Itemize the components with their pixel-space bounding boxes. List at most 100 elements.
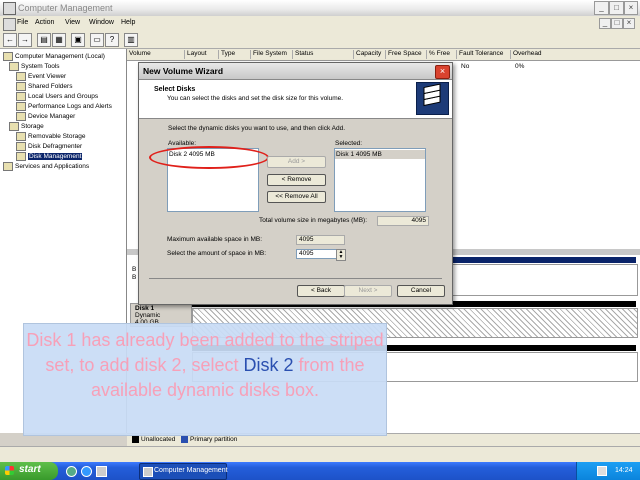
task-computer-management[interactable]: Computer Management — [139, 463, 228, 480]
internet-explorer-icon[interactable] — [81, 466, 92, 477]
legend-unallocated: Unallocated — [141, 436, 176, 443]
col-layout[interactable]: Layout — [185, 50, 219, 59]
disk-management-icon — [16, 152, 26, 161]
view-icon[interactable]: ▥ — [124, 33, 138, 47]
child-minimize-button[interactable]: _ — [599, 18, 611, 29]
back-arrow-icon[interactable]: ← — [3, 33, 17, 47]
help-icon[interactable]: ? — [105, 33, 119, 47]
disk1-name: Disk 1 — [135, 305, 155, 312]
title-bar: Computer Management _ □ × — [0, 0, 640, 17]
tree-item-computer-management[interactable]: Computer Management (Local) — [3, 52, 105, 61]
performance-icon — [16, 102, 26, 111]
storage-icon — [9, 122, 19, 131]
cancel-button[interactable]: Cancel — [397, 285, 445, 297]
next-button[interactable]: Next > — [344, 285, 392, 297]
properties-icon[interactable]: ▭ — [90, 33, 104, 47]
col-overhead[interactable]: Overhead — [511, 50, 633, 59]
up-level-icon[interactable]: ▦ — [52, 33, 66, 47]
tree-item-shared-folders[interactable]: Shared Folders — [16, 82, 72, 91]
col-type[interactable]: Type — [219, 50, 251, 59]
tree-item-performance-logs[interactable]: Performance Logs and Alerts — [16, 102, 112, 111]
remove-button[interactable]: < Remove — [267, 174, 326, 186]
tree-item-event-viewer[interactable]: Event Viewer — [16, 72, 66, 81]
status-bar — [0, 446, 640, 463]
tray-icon[interactable] — [597, 466, 607, 476]
disk0-label-b2: B — [132, 274, 137, 281]
col-file-system[interactable]: File System — [251, 50, 293, 59]
computer-management-icon — [3, 2, 16, 15]
windows-flag-icon — [5, 466, 14, 475]
wizard-header: Select Disks You can select the disks an… — [139, 80, 452, 119]
col-status[interactable]: Status — [293, 50, 354, 59]
export-icon[interactable]: ▣ — [71, 33, 85, 47]
tree-item-removable-storage[interactable]: Removable Storage — [16, 132, 85, 141]
wizard-close-button[interactable]: × — [435, 65, 450, 79]
col-percent-free[interactable]: % Free — [427, 50, 457, 59]
col-volume[interactable]: Volume — [127, 50, 185, 59]
task-app-icon — [143, 467, 153, 477]
tree-item-disk-defragmenter[interactable]: Disk Defragmenter — [16, 142, 82, 151]
menu-file[interactable]: File — [17, 19, 28, 26]
disk-stack-icon — [416, 82, 449, 115]
tree-item-device-manager[interactable]: Device Manager — [16, 112, 75, 121]
child-close-button[interactable]: × — [623, 18, 635, 29]
new-volume-wizard-dialog: New Volume Wizard × Select Disks You can… — [138, 62, 453, 305]
col-fault-tolerance[interactable]: Fault Tolerance — [457, 50, 511, 59]
unallocated-swatch — [132, 436, 139, 443]
cell-overhead: 0% — [515, 63, 525, 70]
col-free-space[interactable]: Free Space — [386, 50, 427, 59]
selected-disks-list[interactable]: Disk 1 4095 MB — [334, 148, 426, 212]
window-title: Computer Management — [18, 3, 113, 13]
tree-item-disk-management[interactable]: Disk Management — [16, 152, 83, 161]
menu-window[interactable]: Window — [89, 19, 114, 26]
back-button[interactable]: < Back — [297, 285, 345, 297]
disk1-type: Dynamic — [135, 312, 161, 319]
amount-input[interactable]: 4095 — [296, 249, 338, 259]
add-button[interactable]: Add > — [267, 156, 326, 168]
maximize-button[interactable]: □ — [609, 1, 624, 15]
services-icon — [3, 162, 13, 171]
tree-item-local-users[interactable]: Local Users and Groups — [16, 92, 98, 101]
tree-item-storage[interactable]: Storage — [9, 122, 44, 131]
close-button[interactable]: × — [624, 1, 638, 15]
clock: 14:24 — [615, 467, 633, 474]
col-capacity[interactable]: Capacity — [354, 50, 386, 59]
menu-action[interactable]: Action — [35, 19, 54, 26]
remove-all-button[interactable]: << Remove All — [267, 191, 326, 203]
shared-folder-icon — [16, 82, 26, 91]
toolbox-icon — [9, 62, 19, 71]
menu-bar: File Action View Window Help _ □ × — [0, 16, 640, 31]
event-viewer-icon — [16, 72, 26, 81]
forward-arrow-icon[interactable]: → — [18, 33, 32, 47]
mmc-icon — [3, 18, 16, 31]
highlight-ellipse — [149, 146, 269, 169]
amount-spinner[interactable]: ▲ ▼ — [336, 249, 346, 261]
quicklaunch-icon-3[interactable] — [96, 466, 107, 477]
minimize-button[interactable]: _ — [594, 1, 609, 15]
quicklaunch-icon-1[interactable] — [66, 466, 77, 477]
removable-storage-icon — [16, 132, 26, 141]
total-size-label: Total volume size in megabytes (MB): — [259, 217, 368, 224]
toolbar: ← → ▤ ▦ ▣ ▭ ? ▥ — [0, 31, 640, 49]
start-button[interactable]: start — [0, 462, 58, 480]
menu-help[interactable]: Help — [121, 19, 135, 26]
wizard-instruction: Select the dynamic disks you want to use… — [168, 125, 346, 132]
defrag-icon — [16, 142, 26, 151]
menu-view[interactable]: View — [65, 19, 80, 26]
selected-item-disk-1[interactable]: Disk 1 4095 MB — [336, 151, 382, 158]
selected-label: Selected: — [335, 140, 363, 147]
column-header-row: Volume Layout Type File System Status Ca… — [127, 49, 640, 61]
tree-item-system-tools[interactable]: System Tools — [9, 62, 60, 71]
max-space-label: Maximum available space in MB: — [167, 236, 263, 243]
total-size-value: 4095 — [377, 216, 429, 226]
amount-label: Select the amount of space in MB: — [167, 250, 266, 257]
max-space-value: 4095 — [296, 235, 345, 245]
tree-item-services-applications[interactable]: Services and Applications — [3, 162, 89, 171]
device-manager-icon — [16, 112, 26, 121]
show-tree-icon[interactable]: ▤ — [37, 33, 51, 47]
computer-icon — [3, 52, 13, 61]
wizard-divider — [149, 278, 442, 279]
caption-text: Disk 1 has already been added to the str… — [26, 330, 384, 400]
child-restore-button[interactable]: □ — [611, 18, 623, 29]
tutorial-caption: Disk 1 has already been added to the str… — [23, 323, 387, 436]
